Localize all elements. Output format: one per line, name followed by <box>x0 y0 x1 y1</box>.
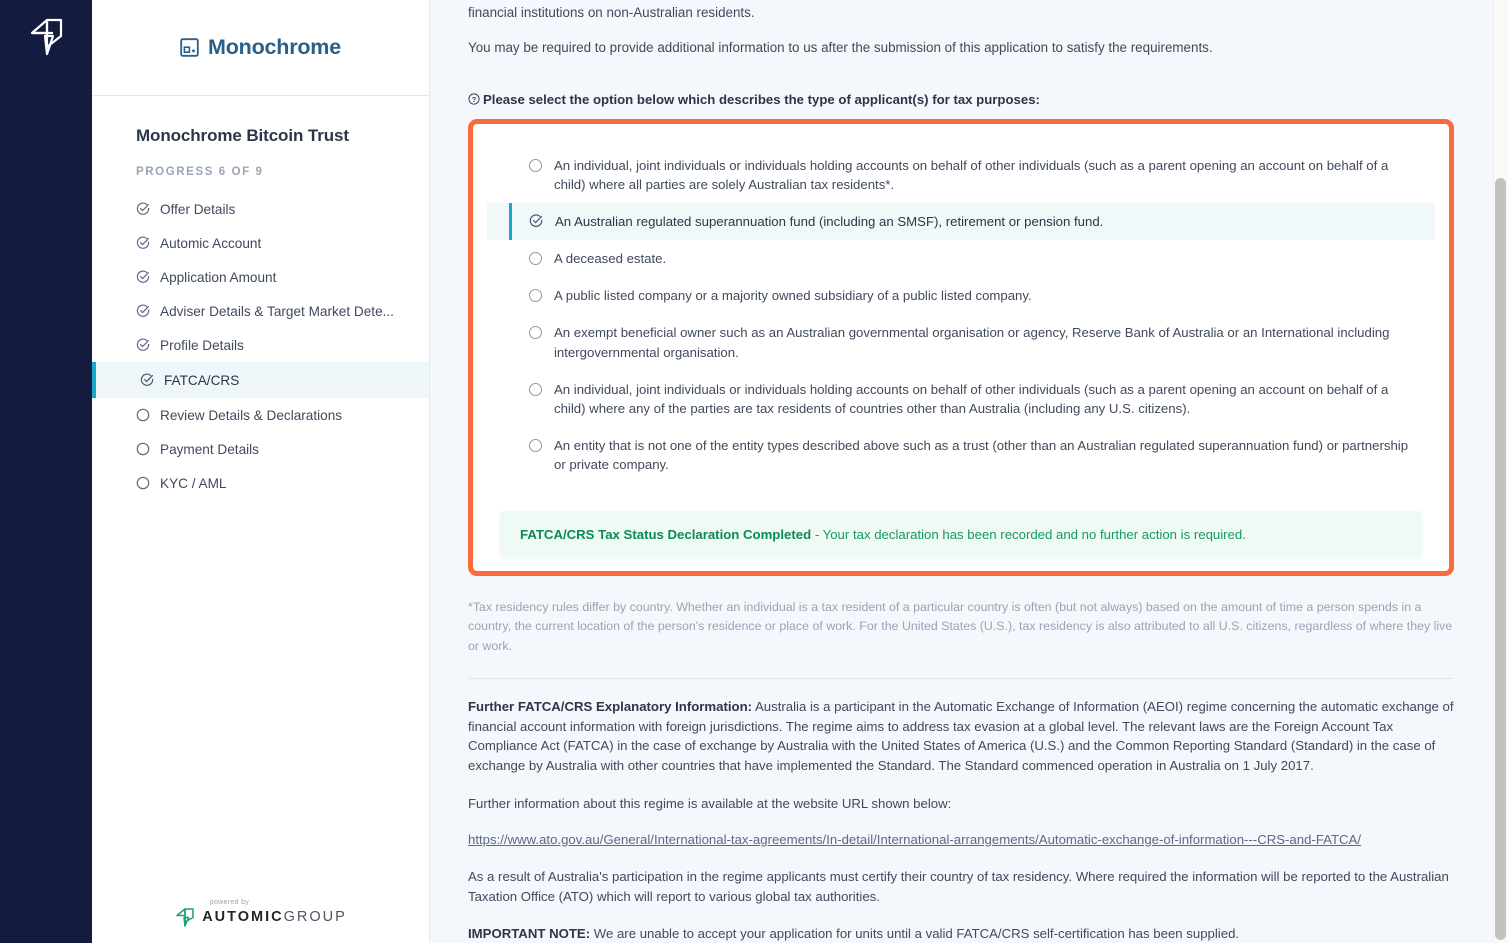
sidebar-item-label: Application Amount <box>160 269 277 285</box>
sidebar: Monochrome Monochrome Bitcoin Trust PROG… <box>92 0 430 943</box>
option-label: A deceased estate. <box>554 251 667 267</box>
check-circle-icon[interactable] <box>529 214 543 228</box>
intro-paragraph-1: financial institutions on non-Australian… <box>468 5 755 20</box>
explanatory-paragraph: Further FATCA/CRS Explanatory Informatio… <box>468 697 1454 776</box>
sidebar-item-label: KYC / AML <box>160 475 227 491</box>
sidebar-item-label: Payment Details <box>160 441 259 457</box>
applicant-type-option-group: An individual, joint individuals or indi… <box>487 136 1435 498</box>
content-inner: financial institutions on non-Australian… <box>468 0 1454 943</box>
check-circle-icon <box>136 202 150 216</box>
automic-group-logo: AUTOMICGROUP <box>174 907 347 927</box>
automic-group-logo-icon <box>174 907 196 927</box>
url-intro-paragraph: Further information about this regime is… <box>468 796 952 812</box>
certify-paragraph: As a result of Australia's participation… <box>468 868 1449 904</box>
automic-bold-word: AUTOMIC <box>202 909 284 925</box>
sidebar-item-label: Offer Details <box>160 201 236 217</box>
application-root: Monochrome Monochrome Bitcoin Trust PROG… <box>0 0 1508 943</box>
option-deceased-estate[interactable]: A deceased estate. <box>487 240 1435 277</box>
empty-circle-icon <box>136 408 150 422</box>
brand-name: Monochrome <box>208 35 341 59</box>
sidebar-item-label: Review Details & Declarations <box>160 407 343 423</box>
option-superannuation-fund[interactable]: An Australian regulated superannuation f… <box>487 202 1435 241</box>
applicant-type-highlight-frame: An individual, joint individuals or indi… <box>468 118 1454 577</box>
powered-by-label: powered by <box>209 899 250 906</box>
check-circle-icon <box>136 236 150 250</box>
check-circle-icon <box>136 304 150 318</box>
status-banner-text: FATCA/CRS Tax Status Declaration Complet… <box>520 527 1402 542</box>
tax-residency-footnote: *Tax residency rules differ by country. … <box>468 600 1453 653</box>
sidebar-item-adviser-details[interactable]: Adviser Details & Target Market Dete... <box>92 294 429 328</box>
option-other-entity[interactable]: An entity that is not one of the entity … <box>487 427 1435 483</box>
question-circle-icon[interactable]: ? <box>468 93 480 105</box>
check-circle-icon <box>140 373 154 387</box>
page-title: Monochrome Bitcoin Trust <box>136 126 349 145</box>
sidebar-item-fatca-crs[interactable]: FATCA/CRS <box>92 362 429 398</box>
option-label: An exempt beneficial owner such as an Au… <box>554 325 1390 360</box>
important-note-heading: IMPORTANT NOTE: <box>468 926 591 942</box>
radio-unselected-icon[interactable] <box>529 326 542 340</box>
sidebar-item-review-details[interactable]: Review Details & Declarations <box>92 398 429 432</box>
option-label: A public listed company or a majority ow… <box>554 288 1032 304</box>
page-scrollbar-thumb[interactable] <box>1495 178 1506 940</box>
sidebar-nav: Offer Details Automic Account Applicatio… <box>92 192 429 500</box>
important-note-body: We are unable to accept your application… <box>590 926 1240 942</box>
sidebar-item-kyc-aml[interactable]: KYC / AML <box>92 466 429 500</box>
status-banner: FATCA/CRS Tax Status Declaration Complet… <box>500 511 1422 559</box>
main-content: financial institutions on non-Australian… <box>430 0 1508 943</box>
radio-unselected-icon[interactable] <box>529 252 542 266</box>
check-circle-icon <box>136 338 150 352</box>
option-exempt-beneficial-owner[interactable]: An exempt beneficial owner such as an Au… <box>487 314 1435 370</box>
option-label: An entity that is not one of the entity … <box>554 437 1409 473</box>
monochrome-square-icon <box>180 38 199 57</box>
empty-circle-icon <box>136 476 150 490</box>
sidebar-item-application-amount[interactable]: Application Amount <box>92 260 429 294</box>
status-badge: FATCA/CRS Tax Status Declaration Complet… <box>520 527 812 543</box>
option-label: An individual, joint individuals or indi… <box>554 157 1389 192</box>
sidebar-item-label: Adviser Details & Target Market Dete... <box>160 303 394 319</box>
sidebar-item-offer-details[interactable]: Offer Details <box>92 192 429 226</box>
sidebar-item-label: FATCA/CRS <box>164 372 240 388</box>
brand-header: Monochrome <box>92 0 429 96</box>
automic-group-wordmark: AUTOMICGROUP <box>202 909 347 925</box>
check-circle-icon <box>136 270 150 284</box>
option-individual-australian-resident[interactable]: An individual, joint individuals or indi… <box>487 147 1435 203</box>
prompt-text: Please select the option below which des… <box>483 91 1040 107</box>
empty-circle-icon <box>136 442 150 456</box>
option-individual-foreign-resident[interactable]: An individual, joint individuals or indi… <box>487 371 1435 427</box>
sidebar-item-payment-details[interactable]: Payment Details <box>92 432 429 466</box>
sidebar-footer-logo: powered by AUTOMICGROUP <box>92 899 429 927</box>
applicant-type-prompt: ? Please select the option below which d… <box>468 92 1454 107</box>
page-scrollbar-track[interactable] <box>1493 0 1508 943</box>
radio-unselected-icon[interactable] <box>529 158 542 172</box>
sidebar-item-automic-account[interactable]: Automic Account <box>92 226 429 260</box>
option-public-listed-company[interactable]: A public listed company or a majority ow… <box>487 277 1435 314</box>
automic-rail-logo-icon[interactable] <box>23 14 69 60</box>
sidebar-item-profile-details[interactable]: Profile Details <box>92 328 429 362</box>
section-divider <box>468 677 1454 679</box>
left-rail <box>0 0 92 943</box>
radio-unselected-icon[interactable] <box>529 438 542 452</box>
explanatory-heading: Further FATCA/CRS Explanatory Informatio… <box>468 698 753 714</box>
group-light-word: GROUP <box>283 909 347 925</box>
important-note-paragraph: IMPORTANT NOTE: We are unable to accept … <box>468 924 1454 943</box>
sidebar-item-label: Profile Details <box>160 337 244 353</box>
radio-unselected-icon[interactable] <box>529 289 542 303</box>
option-label: An individual, joint individuals or indi… <box>554 381 1389 416</box>
svg-text:?: ? <box>472 95 477 104</box>
radio-unselected-icon[interactable] <box>529 382 542 396</box>
intro-paragraph-2: You may be required to provide additiona… <box>468 39 1213 55</box>
sidebar-item-label: Automic Account <box>160 235 262 251</box>
ato-information-link[interactable]: https://www.ato.gov.au/General/Internati… <box>468 832 1361 847</box>
option-label: An Australian regulated superannuation f… <box>555 213 1104 229</box>
status-detail: - Your tax declaration has been recorded… <box>811 527 1246 543</box>
progress-label: PROGRESS 6 OF 9 <box>136 166 264 178</box>
